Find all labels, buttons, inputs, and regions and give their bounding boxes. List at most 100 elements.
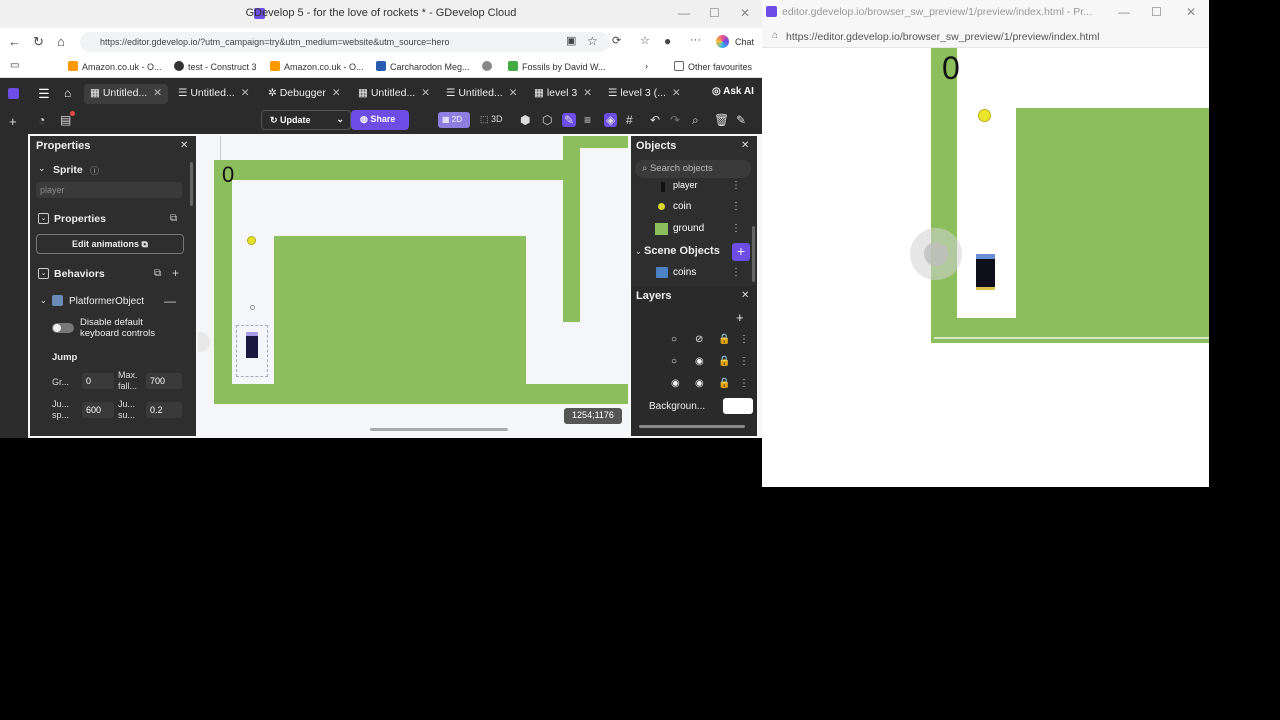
chat-label[interactable]: Chat xyxy=(735,37,754,47)
disable-keyboard-toggle[interactable] xyxy=(52,323,74,333)
layer-menu-icon[interactable]: ⋮ xyxy=(739,356,749,367)
objects-scrollbar[interactable] xyxy=(752,226,755,282)
favorites-icon[interactable]: ☆ xyxy=(640,34,650,47)
object-coin[interactable]: coin xyxy=(673,201,691,212)
add-object-button[interactable]: + xyxy=(732,243,750,261)
favorite-item[interactable]: Amazon.co.uk - O... xyxy=(68,61,162,72)
reader-icon[interactable]: ▣ xyxy=(566,34,576,47)
edit-scene-icon[interactable]: ✎ xyxy=(736,113,746,127)
remove-behavior-icon[interactable]: — xyxy=(164,294,176,308)
layers-icon[interactable]: ◈ xyxy=(604,113,618,127)
reload-icon[interactable]: ↻ xyxy=(33,34,44,50)
chevron-down-icon[interactable]: ⌄ xyxy=(336,114,344,125)
eye-off-icon[interactable]: ⊘ xyxy=(695,334,703,345)
close-panel-icon[interactable]: ✕ xyxy=(180,140,188,151)
virtual-joystick[interactable] xyxy=(910,228,962,280)
object-name-field[interactable]: player xyxy=(36,182,182,198)
tab-untitled-3[interactable]: ▦ Untitled... ✕ xyxy=(352,84,436,104)
help-icon[interactable]: ⓘ xyxy=(90,164,99,177)
favorite-item[interactable]: Carcharodon Meg... xyxy=(376,61,470,72)
horizontal-scrollbar[interactable] xyxy=(370,428,508,431)
delete-icon[interactable]: 🗑 xyxy=(714,113,729,127)
favorite-item[interactable]: Fossils by David W... xyxy=(508,61,606,72)
player-instance[interactable] xyxy=(246,332,258,358)
close-icon[interactable]: ✕ xyxy=(740,6,750,20)
add-layer-icon[interactable]: + xyxy=(736,310,744,325)
close-tab-icon[interactable]: ✕ xyxy=(583,87,592,99)
scene-canvas[interactable]: 0 1254;1176 xyxy=(198,136,628,436)
mode-2d-toggle[interactable]: ▦ 2D xyxy=(438,112,470,128)
object-menu-icon[interactable]: ⋮ xyxy=(731,223,741,234)
object-menu-icon[interactable]: ⋮ xyxy=(731,180,741,191)
open-external-icon[interactable]: ⧉ xyxy=(154,268,161,279)
ask-ai-button[interactable]: ◎ Ask AI xyxy=(712,86,754,97)
preview-address-bar[interactable]: ⌂ https://editor.gdevelop.io/browser_sw_… xyxy=(762,24,1209,48)
jump-sustain-field[interactable]: 0.2 xyxy=(146,402,182,418)
profile-icon[interactable]: ● xyxy=(664,34,671,48)
layers-scrollbar[interactable] xyxy=(639,425,745,428)
minimize-icon[interactable]: — xyxy=(678,6,690,20)
back-icon[interactable]: ← xyxy=(8,34,21,49)
background-color-swatch[interactable] xyxy=(723,398,753,414)
add-behavior-icon[interactable]: + xyxy=(172,266,179,280)
game-preview-canvas[interactable]: 0 xyxy=(762,48,1209,487)
edit-pencil-icon[interactable]: ✎ xyxy=(562,113,577,127)
minimize-icon[interactable]: — xyxy=(1118,5,1130,19)
object-menu-icon[interactable]: ⋮ xyxy=(731,201,741,212)
object-ground[interactable]: ground xyxy=(673,223,704,234)
layer-menu-icon[interactable]: ⋮ xyxy=(739,378,749,389)
update-button[interactable]: ↻ Update ⌄ xyxy=(261,110,351,130)
undo-icon[interactable]: ↶ xyxy=(650,113,660,127)
home-tab-icon[interactable]: ⌂ xyxy=(64,86,71,100)
tab-untitled-2[interactable]: ☰ Untitled... ✕ xyxy=(172,84,256,104)
close-tab-icon[interactable]: ✕ xyxy=(421,87,430,99)
instances-icon[interactable]: ⬡ xyxy=(542,113,552,127)
zoom-icon[interactable]: ⌕ xyxy=(692,113,699,128)
score-text[interactable]: 0 xyxy=(222,162,234,188)
tab-level-3[interactable]: ▦ level 3 ✕ xyxy=(528,84,598,104)
maximize-icon[interactable]: ☐ xyxy=(709,6,720,20)
close-panel-icon[interactable]: ✕ xyxy=(741,140,749,151)
eye-icon[interactable]: ◉ xyxy=(695,356,704,367)
close-icon[interactable]: ✕ xyxy=(1186,5,1196,19)
collapse-properties-icon[interactable]: ⌄ xyxy=(38,213,49,224)
favorite-item[interactable]: test - Construct 3 xyxy=(174,61,257,72)
extensions-icon[interactable]: ⟳ xyxy=(612,34,621,47)
chevron-down-icon[interactable]: ⌄ xyxy=(635,247,642,256)
chevron-down-icon[interactable]: ⌄ xyxy=(40,296,47,305)
eye-icon[interactable]: ◉ xyxy=(695,378,704,389)
rotate-handle[interactable] xyxy=(250,305,255,310)
share-button[interactable]: ◍ Share xyxy=(351,110,409,130)
favorite-item[interactable]: Amazon.co.uk - O... xyxy=(270,61,364,72)
more-favorites-icon[interactable]: › xyxy=(645,61,648,71)
gdevelop-app-icon[interactable] xyxy=(8,88,19,99)
close-tab-icon[interactable]: ✕ xyxy=(332,87,341,99)
search-objects-input[interactable]: ⌕ Search objects xyxy=(635,160,751,178)
favorite-item[interactable] xyxy=(482,61,496,72)
copilot-icon[interactable] xyxy=(716,35,729,48)
tab-level-3-events[interactable]: ☰ level 3 (... ✕ xyxy=(602,84,687,104)
favorite-star-icon[interactable]: ☆ xyxy=(587,34,598,48)
menu-icon[interactable]: ☰ xyxy=(38,86,50,102)
layer-radio-selected[interactable]: ◉ xyxy=(671,378,680,389)
preview-settings-icon[interactable]: ◔ xyxy=(38,113,45,127)
close-panel-icon[interactable]: ✕ xyxy=(741,290,749,301)
lock-icon[interactable]: 🔒 xyxy=(718,378,730,389)
lock-icon[interactable]: 🔒 xyxy=(718,356,730,367)
add-icon[interactable]: + xyxy=(9,114,17,129)
redo-icon[interactable]: ↷ xyxy=(670,113,680,127)
tab-debugger[interactable]: ✲ Debugger ✕ xyxy=(262,84,347,104)
layer-radio[interactable]: ○ xyxy=(671,334,677,345)
layer-radio[interactable]: ○ xyxy=(671,356,677,367)
max-fall-field[interactable]: 700 xyxy=(146,373,182,389)
close-tab-icon[interactable]: ✕ xyxy=(672,87,681,99)
gravity-field[interactable]: 0 xyxy=(82,373,114,389)
edit-animations-button[interactable]: Edit animations ⧉ xyxy=(36,234,184,254)
player-selection-box[interactable] xyxy=(236,325,268,377)
properties-list-icon[interactable]: ≡ xyxy=(584,113,591,127)
home-icon[interactable]: ⌂ xyxy=(57,34,65,49)
close-tab-icon[interactable]: ✕ xyxy=(241,87,250,99)
object-coins[interactable]: coins xyxy=(673,267,696,278)
jump-speed-field[interactable]: 600 xyxy=(82,402,114,418)
mode-3d-toggle[interactable]: ⬚ 3D xyxy=(480,114,503,125)
